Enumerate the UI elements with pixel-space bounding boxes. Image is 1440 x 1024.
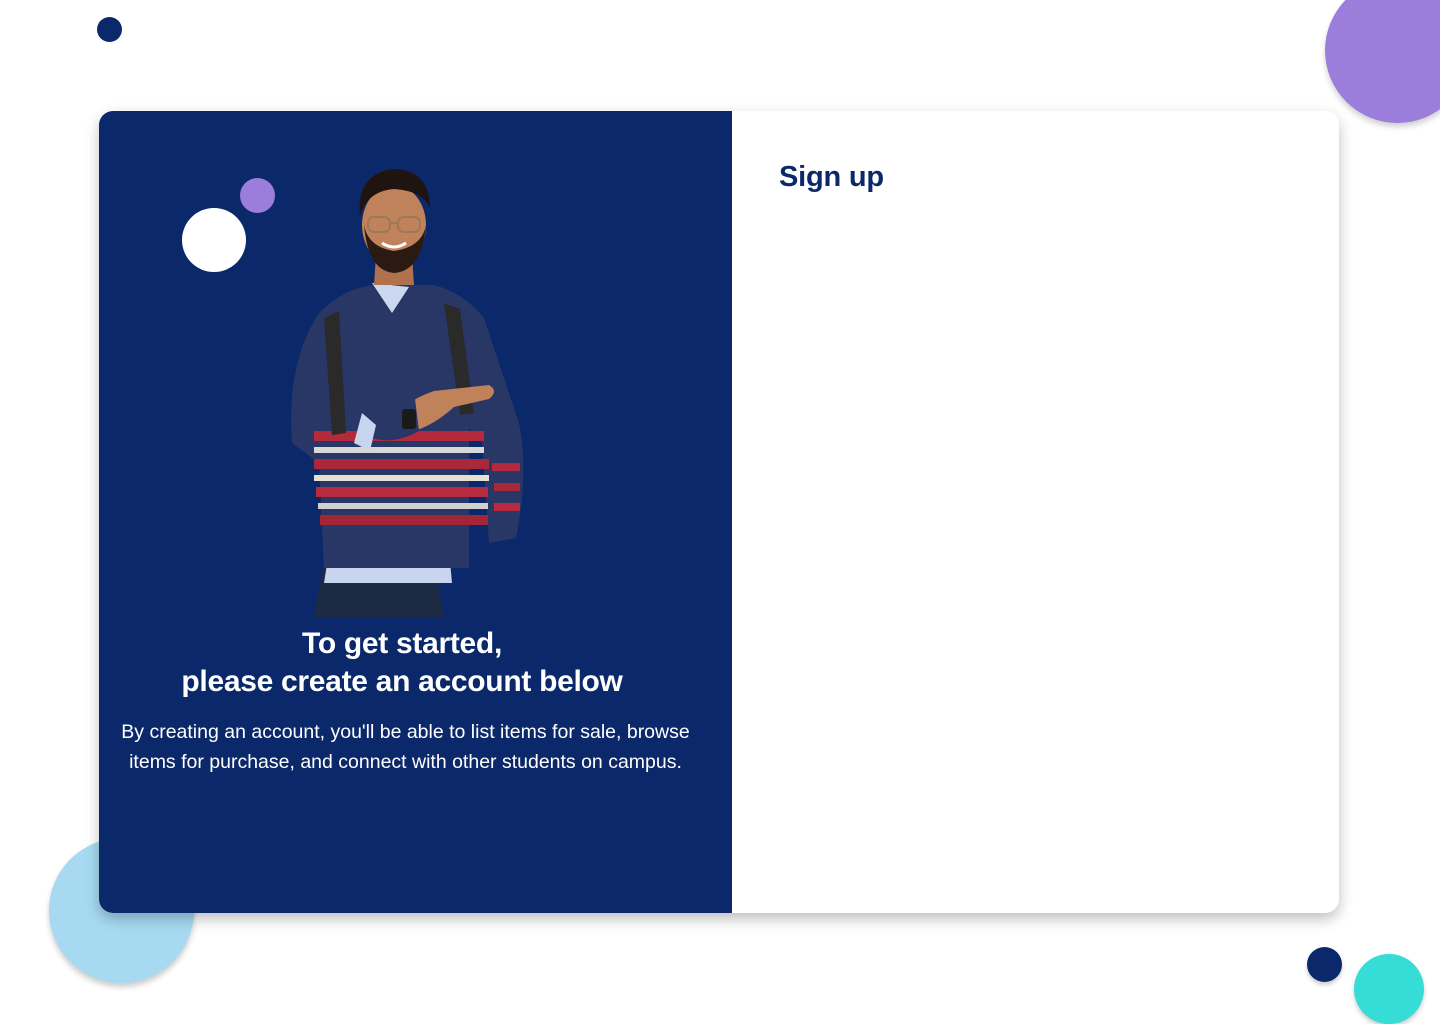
- signup-title: Sign up: [779, 161, 884, 193]
- welcome-description: By creating an account, you'll be able t…: [121, 721, 690, 773]
- decorative-dot-purple: [240, 178, 275, 213]
- decorative-circle-teal: [1354, 954, 1424, 1024]
- welcome-panel: To get started, please create an account…: [99, 111, 732, 913]
- decorative-dot-navy-small: [1307, 947, 1342, 982]
- smiling-student-pointing-icon: [291, 169, 524, 617]
- welcome-headline: To get started, please create an account…: [99, 625, 705, 701]
- decorative-dot-navy: [97, 17, 122, 42]
- decorative-dot-white: [182, 208, 246, 272]
- signup-card: To get started, please create an account…: [99, 111, 1339, 913]
- decorative-circle-purple: [1325, 0, 1440, 123]
- signup-form-panel: Sign up: [732, 111, 1339, 913]
- headline-line-1: To get started,: [302, 627, 502, 660]
- headline-line-2: please create an account below: [181, 665, 623, 698]
